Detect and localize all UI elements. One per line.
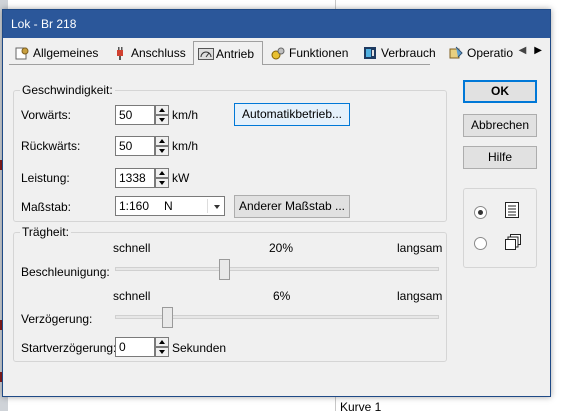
decel-label: Verzögerung: (21, 312, 93, 326)
list-view-icon (505, 202, 519, 221)
scale-gauge: N (164, 199, 173, 213)
decel-slow-label: langsam (397, 289, 443, 303)
tab-anschluss[interactable]: Anschluss (109, 43, 190, 63)
forward-label: Vorwärts: (21, 108, 72, 122)
speed-group: Geschwindigkeit: (13, 83, 447, 222)
start-delay-spinner[interactable] (155, 337, 169, 357)
tile-view-icon (505, 234, 521, 253)
tab-antrieb[interactable]: Antrieb (193, 41, 263, 65)
tab-operation[interactable]: Operatio (445, 43, 517, 63)
tab-label: Operatio (467, 46, 514, 60)
cancel-button[interactable]: Abbrechen (463, 114, 537, 137)
locomotive-dialog: Lok - Br 218 Allgemeines Anschluss Antri… (2, 9, 551, 397)
title-bar[interactable]: Lok - Br 218 (3, 10, 550, 38)
accel-slider-track[interactable] (115, 267, 439, 271)
tab-label: Antrieb (216, 46, 255, 61)
backward-label: Rückwärts: (21, 139, 81, 153)
tab-label: Verbrauch (381, 46, 436, 60)
accel-slow-label: langsam (397, 241, 443, 255)
scale-label: Maßstab: (21, 200, 72, 214)
backward-speed-input[interactable]: 50 (115, 136, 155, 156)
forward-speed-spinner[interactable] (155, 105, 169, 125)
background-label: Kurve 1 (340, 400, 382, 414)
view-tiles-radio[interactable] (474, 237, 487, 250)
tab-scroll: ◀ ▶ (519, 45, 542, 56)
settings-doc-icon (15, 46, 29, 60)
accel-fast-label: schnell (113, 241, 151, 255)
power-label: Leistung: (21, 171, 70, 185)
tab-funktionen[interactable]: Funktionen (267, 43, 352, 63)
window-title: Lok - Br 218 (11, 17, 77, 31)
accel-label: Beschleunigung: (21, 265, 110, 279)
forward-unit: km/h (172, 108, 199, 122)
automatic-mode-button[interactable]: Automatikbetrieb... (234, 103, 350, 126)
tab-scroll-left-icon[interactable]: ◀ (519, 45, 527, 56)
start-delay-unit: Sekunden (172, 341, 227, 355)
backward-speed-spinner[interactable] (155, 136, 169, 156)
function-keys-icon (271, 46, 285, 60)
start-delay-input[interactable]: 0 (115, 337, 155, 357)
other-scale-button[interactable]: Anderer Maßstab ... (234, 195, 350, 218)
operation-icon (449, 46, 463, 60)
scale-select[interactable]: 1:160 N (115, 196, 225, 216)
forward-speed-input[interactable]: 50 (115, 105, 155, 125)
decel-fast-label: schnell (113, 289, 151, 303)
inertia-group-title: Trägheit: (20, 225, 71, 239)
decel-slider-thumb[interactable] (162, 307, 173, 328)
backward-unit: km/h (172, 139, 199, 153)
fuel-pump-icon (363, 46, 377, 60)
tab-label: Anschluss (131, 46, 186, 60)
power-spinner[interactable] (155, 168, 169, 188)
plug-icon (113, 46, 127, 60)
tab-allgemeines[interactable]: Allgemeines (11, 43, 102, 63)
start-delay-label: Startverzögerung: (21, 341, 117, 355)
view-list-radio[interactable] (474, 206, 487, 219)
power-input[interactable]: 1338 (115, 168, 155, 188)
decel-percent: 6% (273, 289, 291, 303)
help-button[interactable]: Hilfe (463, 146, 537, 169)
ok-button[interactable]: OK (463, 80, 537, 103)
speedometer-icon (198, 47, 214, 61)
accel-percent: 20% (269, 241, 294, 255)
tab-verbrauch[interactable]: Verbrauch (359, 43, 440, 63)
tab-label: Funktionen (289, 46, 349, 60)
scale-value: 1:160 (119, 199, 150, 213)
accel-slider-thumb[interactable] (219, 259, 230, 280)
power-unit: kW (172, 171, 190, 185)
speed-group-title: Geschwindigkeit: (20, 83, 115, 97)
chevron-down-icon (214, 205, 220, 209)
tab-strip: Allgemeines Anschluss Antrieb Funktionen… (9, 41, 546, 65)
tab-label: Allgemeines (33, 46, 99, 60)
view-mode-group (463, 188, 537, 268)
tab-scroll-right-icon[interactable]: ▶ (534, 45, 542, 56)
